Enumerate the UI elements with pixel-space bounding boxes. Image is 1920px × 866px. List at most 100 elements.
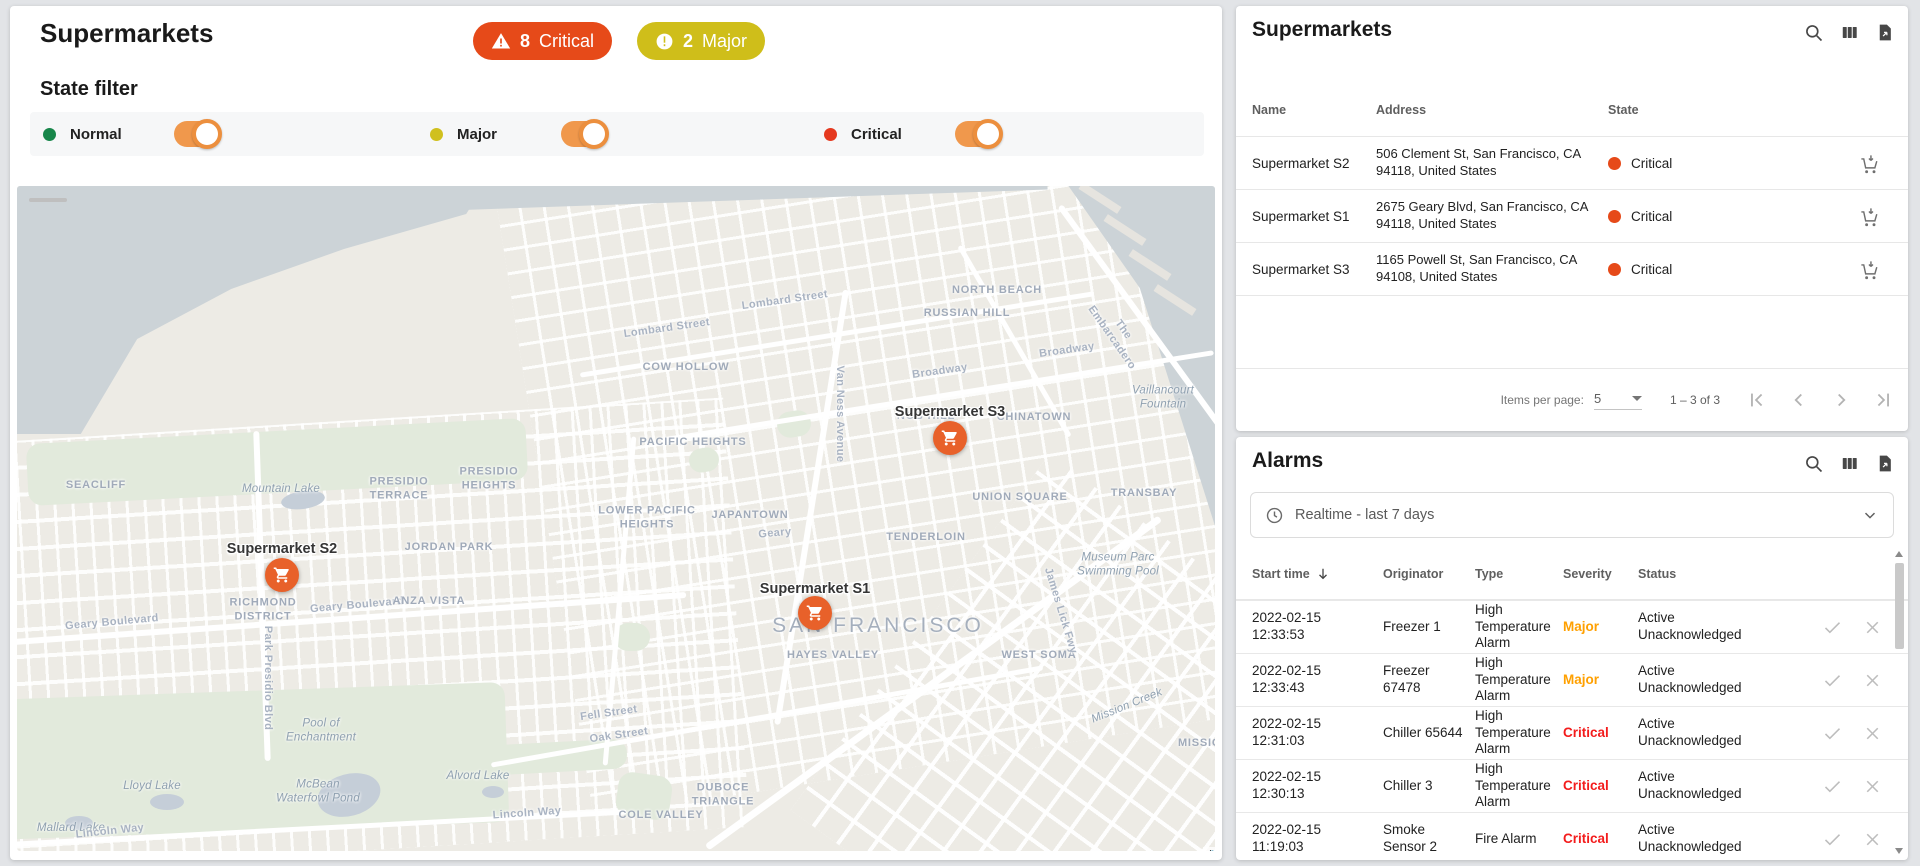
time-window-select[interactable]: Realtime - last 7 days <box>1250 492 1894 538</box>
column-header-state[interactable]: State <box>1608 103 1822 117</box>
alarm-severity: Major <box>1563 619 1638 636</box>
clear-alarm-icon[interactable] <box>1862 723 1882 743</box>
cart-action-icon[interactable] <box>1858 206 1878 226</box>
map-attribution: Leaflet | © OpenStreetMap contributors ©… <box>1203 847 1215 851</box>
acknowledge-icon[interactable] <box>1822 723 1842 743</box>
table-row[interactable]: Supermarket S3 1165 Powell St, San Franc… <box>1236 242 1908 296</box>
carto-link[interactable]: CARTO <box>1209 849 1215 851</box>
time-window-label: Realtime - last 7 days <box>1295 507 1434 523</box>
map-lake <box>65 816 93 830</box>
column-header-severity[interactable]: Severity <box>1563 567 1638 581</box>
critical-filter-toggle[interactable] <box>955 121 1001 147</box>
alarm-status: Active Unacknowledged <box>1638 663 1756 697</box>
alarm-row[interactable]: 2022-02-15 12:33:53 Freezer 1 High Tempe… <box>1236 600 1908 653</box>
exclamation-circle-icon <box>655 32 674 51</box>
acknowledge-icon[interactable] <box>1822 670 1842 690</box>
export-icon[interactable] <box>1874 454 1894 474</box>
column-header-type[interactable]: Type <box>1475 567 1563 581</box>
column-header-start-time[interactable]: Start time <box>1252 567 1310 581</box>
column-header-name[interactable]: Name <box>1252 103 1376 117</box>
alarm-row[interactable]: 2022-02-15 12:30:13 Chiller 3 High Tempe… <box>1236 759 1908 812</box>
columns-icon[interactable] <box>1839 23 1859 43</box>
items-per-page-select[interactable]: 5 <box>1594 391 1642 410</box>
supermarket-name: Supermarket S1 <box>1252 209 1376 224</box>
alarms-title: Alarms <box>1252 449 1323 473</box>
next-page-icon[interactable] <box>1830 389 1852 411</box>
column-header-originator[interactable]: Originator <box>1383 567 1475 581</box>
acknowledge-icon[interactable] <box>1822 617 1842 637</box>
alarm-status: Active Unacknowledged <box>1638 716 1756 750</box>
columns-icon[interactable] <box>1839 454 1859 474</box>
alarm-row[interactable]: 2022-02-15 12:31:03 Chiller 65644 High T… <box>1236 706 1908 759</box>
scroll-down-icon[interactable] <box>1895 848 1903 854</box>
alarm-originator: Smoke Sensor 2 <box>1383 822 1475 856</box>
map-lake <box>150 794 184 810</box>
cart-action-icon[interactable] <box>1858 259 1878 279</box>
map-lake <box>482 786 504 798</box>
critical-count: 8 <box>520 31 530 52</box>
zoom-in-button[interactable]: + <box>31 200 65 202</box>
critical-label: Critical <box>539 31 594 52</box>
supermarket-name: Supermarket S2 <box>1252 156 1376 171</box>
state-filter-title: State filter <box>40 78 138 101</box>
map-marker-supermarket-s3[interactable] <box>933 421 967 455</box>
shopping-cart-icon <box>941 429 959 447</box>
search-icon[interactable] <box>1804 454 1824 474</box>
table-row[interactable]: Supermarket S1 2675 Geary Blvd, San Fran… <box>1236 189 1908 242</box>
export-icon[interactable] <box>1874 23 1894 43</box>
map-marker-supermarket-s2[interactable] <box>265 558 299 592</box>
alarm-row[interactable]: 2022-02-15 11:19:03 Smoke Sensor 2 Fire … <box>1236 812 1908 865</box>
last-page-icon[interactable] <box>1872 389 1894 411</box>
state-value: Critical <box>1631 209 1672 224</box>
acknowledge-icon[interactable] <box>1822 829 1842 849</box>
supermarkets-map-panel: Supermarkets 8 Critical 2 Major State fi… <box>10 6 1222 860</box>
alarm-type: High Temperature Alarm <box>1475 761 1563 812</box>
alarms-panel: Alarms Realtime - last 7 days Start time… <box>1236 437 1908 860</box>
alarm-start-time: 2022-02-15 12:31:03 <box>1252 716 1383 750</box>
alarms-scrollbar[interactable] <box>1894 549 1906 856</box>
alarm-severity: Critical <box>1563 831 1638 848</box>
supermarket-address: 1165 Powell St, San Francisco, CA 94108,… <box>1376 252 1608 286</box>
column-header-status[interactable]: Status <box>1638 567 1756 581</box>
chevron-down-icon <box>1632 396 1642 401</box>
clear-alarm-icon[interactable] <box>1862 829 1882 849</box>
supermarket-address: 506 Clement St, San Francisco, CA 94118,… <box>1376 146 1608 180</box>
scrollbar-thumb[interactable] <box>1895 563 1904 649</box>
filter-group-major: Major <box>430 112 607 156</box>
alarm-start-time: 2022-02-15 12:30:13 <box>1252 769 1383 803</box>
critical-count-badge[interactable]: 8 Critical <box>473 22 612 60</box>
map[interactable]: Supermarket S3 Supermarket S2 Supermarke… <box>17 186 1215 851</box>
major-filter-toggle[interactable] <box>561 121 607 147</box>
clear-alarm-icon[interactable] <box>1862 617 1882 637</box>
sort-descending-icon[interactable] <box>1316 567 1330 581</box>
clock-icon <box>1265 506 1284 525</box>
search-icon[interactable] <box>1804 23 1824 43</box>
alarms-table: Start time Originator Type Severity Stat… <box>1236 549 1908 865</box>
normal-filter-label: Normal <box>70 126 156 143</box>
alarm-severity: Critical <box>1563 778 1638 795</box>
column-header-address[interactable]: Address <box>1376 103 1608 117</box>
alarm-severity: Critical <box>1563 725 1638 742</box>
clear-alarm-icon[interactable] <box>1862 670 1882 690</box>
previous-page-icon[interactable] <box>1788 389 1810 411</box>
critical-filter-label: Critical <box>851 126 937 143</box>
first-page-icon[interactable] <box>1746 389 1768 411</box>
scroll-up-icon[interactable] <box>1895 551 1903 557</box>
map-marker-label: Supermarket S2 <box>227 541 337 557</box>
major-count: 2 <box>683 31 693 52</box>
zoom-out-button[interactable]: − <box>31 200 65 202</box>
table-row[interactable]: Supermarket S2 506 Clement St, San Franc… <box>1236 136 1908 189</box>
shopping-cart-icon <box>806 604 824 622</box>
acknowledge-icon[interactable] <box>1822 776 1842 796</box>
alarm-status: Active Unacknowledged <box>1638 769 1756 803</box>
supermarket-name: Supermarket S3 <box>1252 262 1376 277</box>
state-value: Critical <box>1631 262 1672 277</box>
alarm-row[interactable]: 2022-02-15 12:33:43 Freezer 67478 High T… <box>1236 653 1908 706</box>
alarm-status: Active Unacknowledged <box>1638 610 1756 644</box>
normal-filter-toggle[interactable] <box>174 121 220 147</box>
clear-alarm-icon[interactable] <box>1862 776 1882 796</box>
map-marker-supermarket-s1[interactable] <box>798 596 832 630</box>
shopping-cart-icon <box>273 566 291 584</box>
cart-action-icon[interactable] <box>1858 153 1878 173</box>
major-count-badge[interactable]: 2 Major <box>637 22 765 60</box>
